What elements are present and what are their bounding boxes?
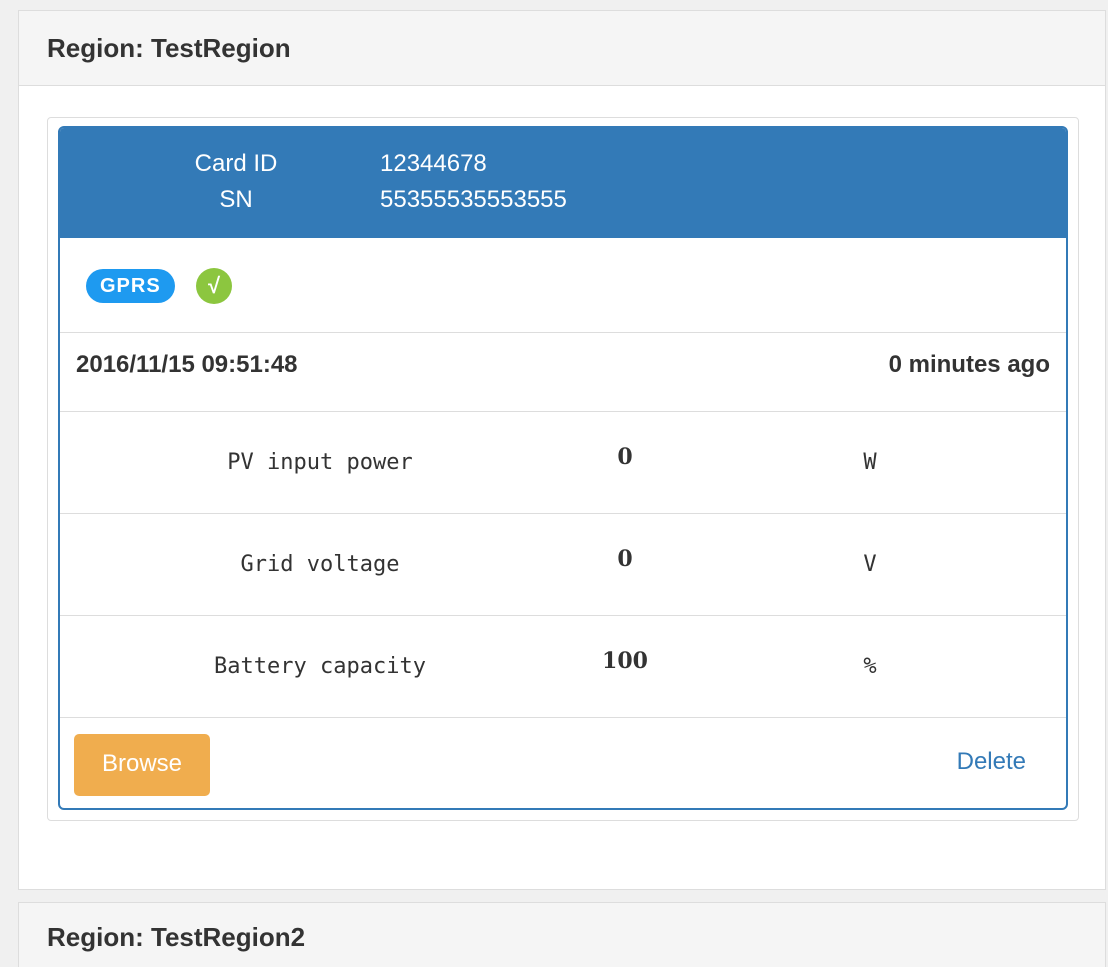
metric-row: Grid voltage 0 V [60, 514, 1066, 616]
delete-link[interactable]: Delete [957, 748, 1026, 776]
timestamp-row: 2016/11/15 09:51:48 0 minutes ago [60, 333, 1066, 412]
metric-row: PV input power 0 W [60, 412, 1066, 514]
check-icon: √ [196, 268, 232, 304]
device-card-header: Card ID 12344678 SN 55355535553555 [60, 128, 1066, 238]
page: Region: TestRegion Card ID 12344678 SN 5… [0, 0, 1108, 967]
region-title: Region: TestRegion [19, 11, 1105, 86]
metric-unit: W [863, 450, 877, 475]
gprs-badge: GPRS [86, 269, 175, 303]
metric-name: Grid voltage [240, 552, 400, 577]
sn-value: 55355535553555 [380, 186, 567, 213]
metric-name: Battery capacity [214, 654, 426, 679]
sn-label: SN [219, 186, 253, 213]
metric-value: 100 [602, 648, 648, 674]
metric-value: 0 [617, 444, 633, 470]
region-panel: Region: TestRegion Card ID 12344678 SN 5… [18, 10, 1106, 890]
device-card: Card ID 12344678 SN 55355535553555 GPRS … [58, 126, 1068, 810]
relative-time: 0 minutes ago [888, 351, 1050, 378]
region-panel: Region: TestRegion2 [18, 902, 1106, 967]
region-title: Region: TestRegion2 [19, 903, 1105, 967]
status-row: GPRS √ [60, 238, 1066, 333]
metric-value: 0 [617, 546, 633, 572]
timestamp: 2016/11/15 09:51:48 [76, 351, 298, 378]
metric-name: PV input power [227, 450, 413, 475]
metric-unit: % [863, 654, 877, 679]
browse-button[interactable]: Browse [74, 734, 210, 796]
metric-row: Battery capacity 100 % [60, 616, 1066, 718]
card-id-value: 12344678 [380, 150, 487, 177]
device-well: Card ID 12344678 SN 55355535553555 GPRS … [47, 117, 1079, 821]
card-id-label: Card ID [194, 150, 278, 177]
metric-unit: V [863, 552, 877, 577]
actions-row: Browse Delete [60, 718, 1066, 808]
